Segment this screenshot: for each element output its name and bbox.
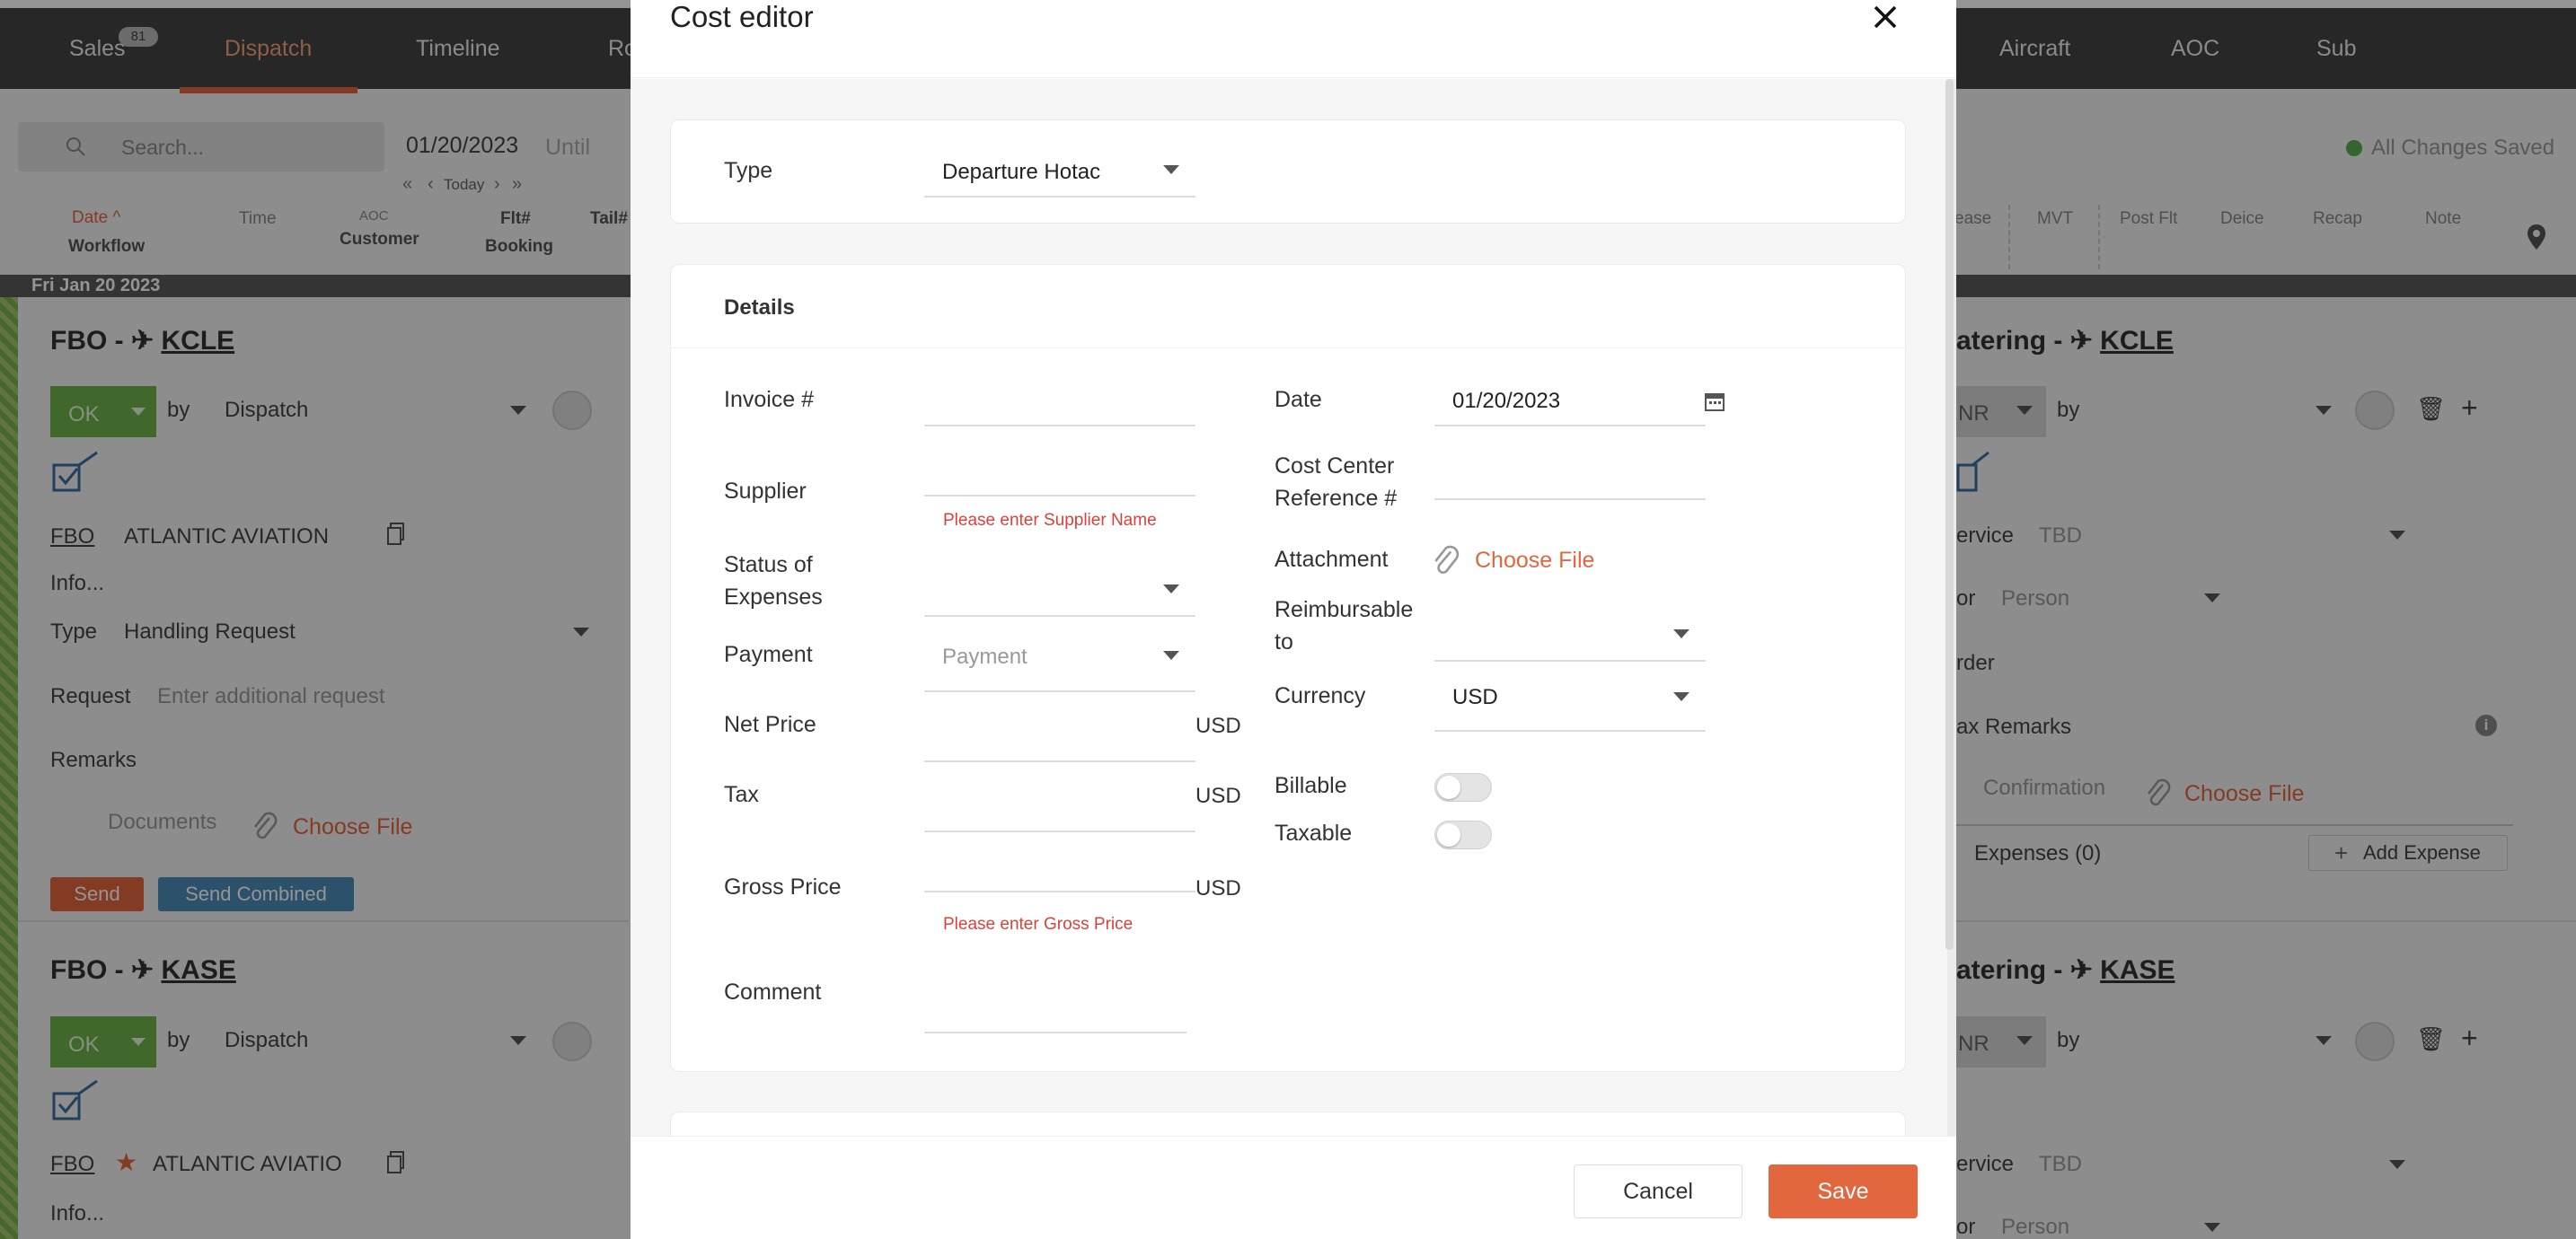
- paperclip-icon: [1434, 545, 1460, 574]
- supplier-label: Supplier: [724, 479, 807, 504]
- date-input[interactable]: 01/20/2023: [1452, 389, 1560, 414]
- reimbursable-select[interactable]: [1434, 660, 1706, 662]
- comment-input[interactable]: [924, 1032, 1187, 1033]
- attachment-label: Attachment: [1275, 547, 1389, 572]
- save-button[interactable]: Save: [1769, 1164, 1918, 1218]
- type-label: Type: [724, 158, 773, 183]
- comment-label: Comment: [724, 980, 822, 1005]
- payment-label: Payment: [724, 642, 813, 667]
- cost-center-label: Cost Center Reference #: [1275, 453, 1398, 511]
- type-card: Type Departure Hotac: [670, 119, 1906, 224]
- cost-editor-modal: Cost editor Type Departure Hotac Details…: [631, 0, 1956, 1239]
- payment-select[interactable]: Payment: [942, 645, 1028, 670]
- supplier-error: Please enter Supplier Name: [943, 511, 1157, 530]
- chevron-down-icon[interactable]: [1163, 651, 1179, 660]
- chevron-down-icon[interactable]: [1673, 692, 1689, 701]
- status-of-expenses-label: Status of Expenses: [724, 552, 823, 610]
- close-icon[interactable]: [1872, 4, 1899, 31]
- chevron-down-icon[interactable]: [1673, 629, 1689, 638]
- cost-center-input[interactable]: [1434, 498, 1706, 500]
- reimbursable-label: Reimbursable to: [1275, 597, 1414, 655]
- details-card: Details Invoice # Supplier Please enter …: [670, 264, 1906, 1072]
- chevron-down-icon[interactable]: [1163, 165, 1179, 174]
- modal-body: Type Departure Hotac Details Invoice # S…: [631, 79, 1947, 1165]
- scrollbar-thumb[interactable]: [1945, 79, 1954, 950]
- details-title: Details: [724, 295, 795, 320]
- gross-price-input[interactable]: [924, 891, 1195, 892]
- net-price-label: Net Price: [724, 712, 816, 737]
- billable-toggle[interactable]: [1434, 773, 1492, 802]
- gross-price-label: Gross Price: [724, 874, 842, 900]
- gross-price-currency: USD: [1195, 876, 1241, 901]
- tax-input[interactable]: [924, 830, 1195, 832]
- modal-header: Cost editor: [631, 0, 1956, 78]
- tax-currency: USD: [1195, 784, 1241, 808]
- currency-select[interactable]: USD: [1452, 685, 1498, 710]
- billable-label: Billable: [1275, 773, 1347, 798]
- invoice-input[interactable]: [924, 425, 1195, 426]
- status-of-expenses-select[interactable]: [924, 615, 1195, 617]
- cancel-button[interactable]: Cancel: [1574, 1164, 1742, 1218]
- calendar-icon[interactable]: [1704, 391, 1725, 412]
- currency-label: Currency: [1275, 683, 1366, 708]
- tax-label: Tax: [724, 782, 759, 807]
- gross-price-error: Please enter Gross Price: [943, 915, 1134, 934]
- net-price-currency: USD: [1195, 714, 1241, 738]
- invoice-label: Invoice #: [724, 387, 815, 412]
- taxable-label: Taxable: [1275, 821, 1353, 846]
- choose-file-link[interactable]: Choose File: [1475, 548, 1594, 574]
- modal-title: Cost editor: [670, 0, 814, 33]
- type-select[interactable]: Departure Hotac: [942, 160, 1100, 185]
- chevron-down-icon[interactable]: [1163, 584, 1179, 593]
- net-price-input[interactable]: [924, 760, 1195, 762]
- date-label: Date: [1275, 387, 1322, 412]
- supplier-input[interactable]: [924, 495, 1195, 496]
- taxable-toggle[interactable]: [1434, 821, 1492, 849]
- modal-footer: Cancel Save: [631, 1136, 1956, 1239]
